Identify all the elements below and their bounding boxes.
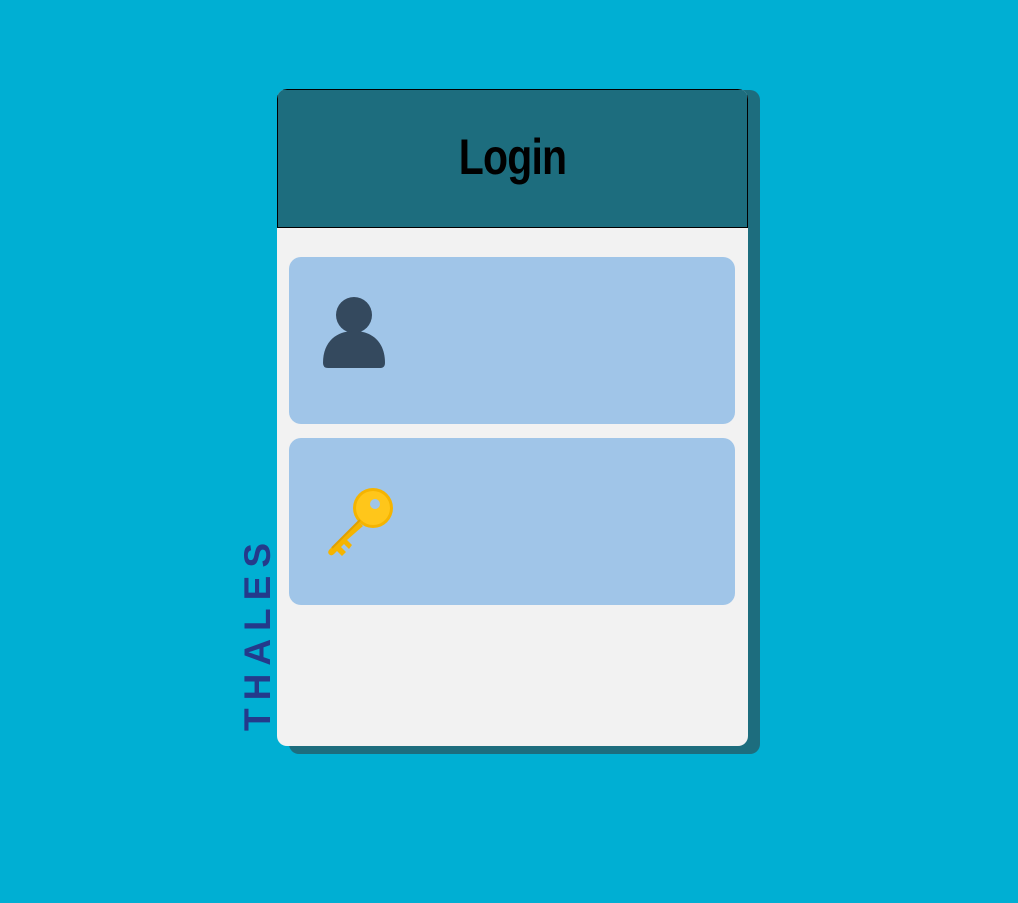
key-icon xyxy=(328,488,393,556)
login-title: Login xyxy=(458,128,567,185)
login-screen: THALES Login xyxy=(0,0,1018,903)
username-input[interactable] xyxy=(409,312,713,370)
login-card: Login xyxy=(277,89,748,746)
password-input[interactable] xyxy=(409,493,713,551)
login-header: Login xyxy=(277,89,748,228)
thales-logo-text: THALES xyxy=(237,535,278,731)
username-field[interactable] xyxy=(289,257,735,424)
user-icon xyxy=(323,297,385,368)
password-field[interactable] xyxy=(289,438,735,605)
